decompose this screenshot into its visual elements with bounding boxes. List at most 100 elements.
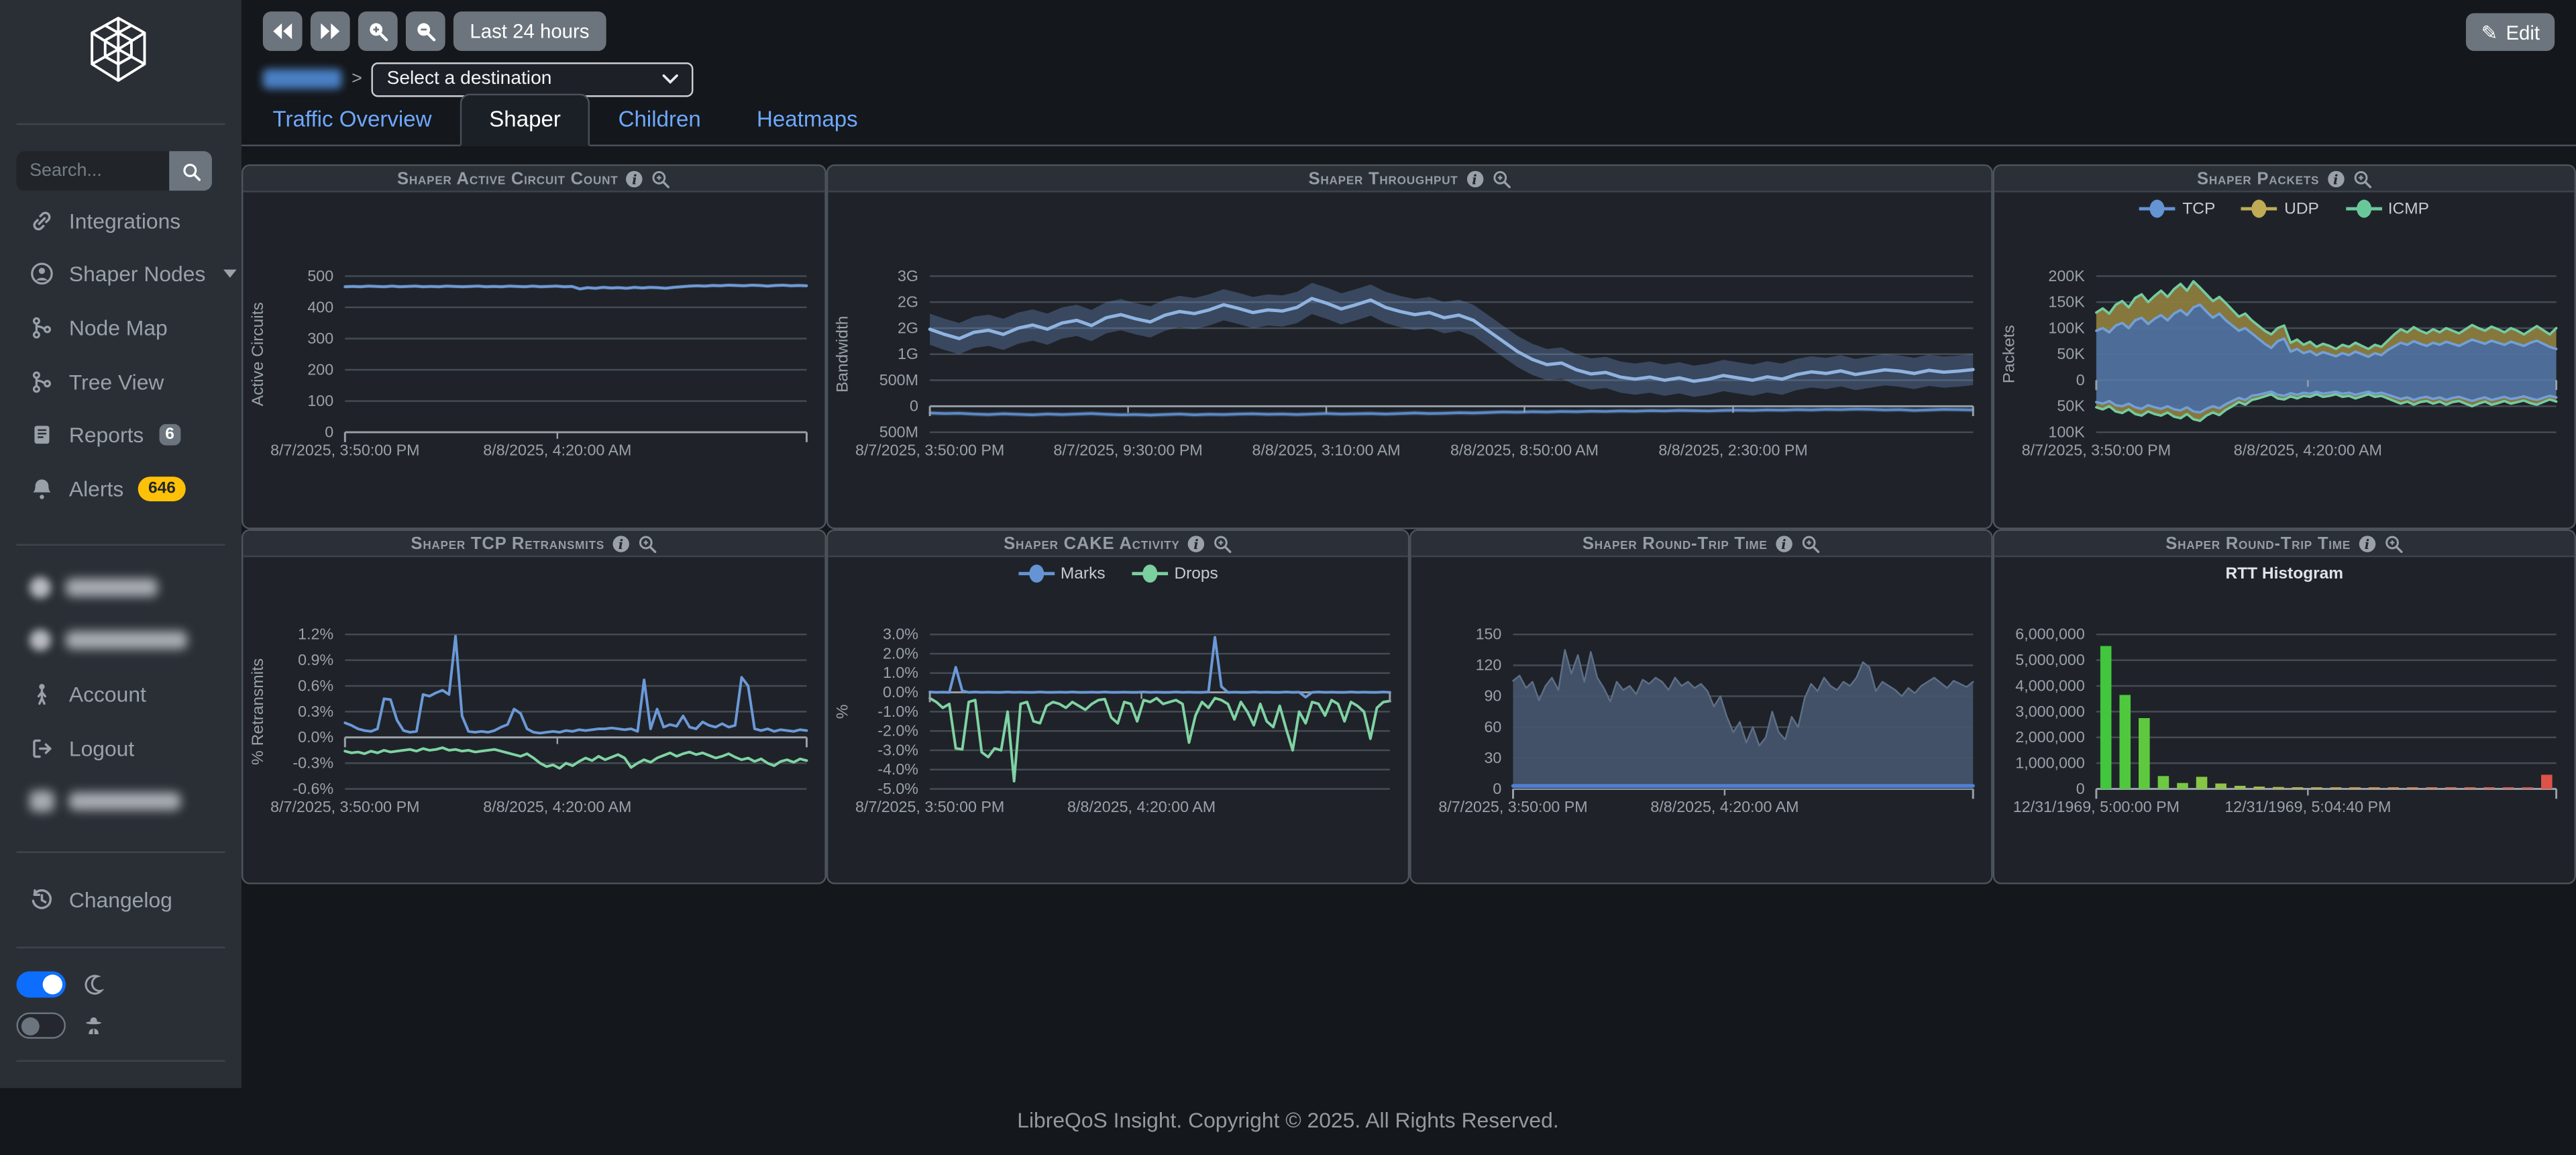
svg-text:120: 120 bbox=[1476, 656, 1502, 674]
svg-text:-2.0%: -2.0% bbox=[877, 722, 918, 740]
svg-text:1.2%: 1.2% bbox=[298, 625, 333, 643]
svg-text:0.3%: 0.3% bbox=[298, 703, 333, 720]
sidebar-item-node-map[interactable]: Node Map bbox=[0, 301, 241, 355]
chart-header: Shaper Throughput i bbox=[828, 166, 1991, 192]
charts-row-1: Shaper Active Circuit Count i 5004003002… bbox=[241, 164, 2576, 530]
bell-icon bbox=[30, 476, 54, 501]
chart-body: TCPUDPICMP200K150K100K50K050K100K8/7/202… bbox=[1994, 193, 2574, 528]
info-icon[interactable]: i bbox=[2327, 170, 2343, 186]
svg-text:8/7/2025, 3:50:00 PM: 8/7/2025, 3:50:00 PM bbox=[270, 441, 419, 458]
edit-button[interactable]: ✎ Edit bbox=[2467, 13, 2555, 51]
sidebar-item-label: Alerts bbox=[69, 476, 123, 501]
destination-select[interactable]: Select a destination bbox=[372, 62, 694, 96]
svg-text:0: 0 bbox=[2076, 780, 2085, 797]
legend-item[interactable]: ICMP bbox=[2345, 199, 2429, 218]
footer-copyright: LibreQoS Insight. Copyright © 2025. All … bbox=[0, 1108, 2576, 1133]
edit-label: Edit bbox=[2506, 21, 2540, 44]
search-input[interactable] bbox=[16, 151, 169, 191]
svg-text:6,000,000: 6,000,000 bbox=[2015, 625, 2085, 643]
charts-grid: Shaper Active Circuit Count i 5004003002… bbox=[241, 164, 2576, 885]
chart-card: Shaper Round-Trip Time i 15012090603008/… bbox=[1409, 530, 1992, 885]
sidebar-item-changelog[interactable]: Changelog bbox=[0, 872, 241, 926]
zoom-in-button[interactable] bbox=[358, 11, 398, 51]
info-icon[interactable]: i bbox=[2359, 535, 2375, 551]
redacted-text bbox=[69, 793, 181, 811]
svg-text:3,000,000: 3,000,000 bbox=[2015, 703, 2085, 720]
svg-text:500M: 500M bbox=[879, 423, 918, 440]
info-icon[interactable]: i bbox=[1776, 535, 1792, 551]
sidebar-item-integrations[interactable]: Integrations bbox=[0, 194, 241, 248]
legend-item[interactable]: Marks bbox=[1018, 564, 1105, 583]
sidebar-account-nav: Account Logout bbox=[0, 560, 241, 828]
sidebar-nav: Integrations Shaper Nodes Node Map Tree … bbox=[0, 194, 241, 515]
step-forward-button[interactable] bbox=[311, 11, 350, 51]
svg-text:5,000,000: 5,000,000 bbox=[2015, 651, 2085, 668]
chart-subtitle: RTT Histogram bbox=[1994, 565, 2574, 583]
redacted-breadcrumb-link[interactable] bbox=[263, 69, 342, 89]
svg-text:0: 0 bbox=[1493, 780, 1501, 797]
chart-title: Shaper Packets bbox=[2197, 168, 2319, 188]
sidebar-item-alerts[interactable]: Alerts 646 bbox=[0, 462, 241, 515]
sidebar-item-tree-view[interactable]: Tree View bbox=[0, 354, 241, 408]
dark-mode-toggle[interactable] bbox=[16, 971, 65, 997]
chart-zoom-icon[interactable] bbox=[637, 534, 657, 553]
chart-header: Shaper Active Circuit Count i bbox=[243, 166, 824, 192]
svg-text:2,000,000: 2,000,000 bbox=[2015, 728, 2085, 746]
redacted-item[interactable] bbox=[0, 774, 241, 828]
step-back-button[interactable] bbox=[263, 11, 303, 51]
info-icon[interactable]: i bbox=[1466, 170, 1483, 186]
svg-text:0: 0 bbox=[325, 423, 333, 440]
svg-text:12/31/1969, 5:04:40 PM: 12/31/1969, 5:04:40 PM bbox=[2224, 798, 2391, 815]
chart-body: 15012090603008/7/2025, 3:50:00 PM8/8/202… bbox=[1411, 557, 1991, 883]
svg-text:500M: 500M bbox=[879, 371, 918, 389]
svg-text:200K: 200K bbox=[2048, 267, 2085, 285]
chart-zoom-icon[interactable] bbox=[2383, 534, 2403, 553]
legend-item[interactable]: UDP bbox=[2241, 199, 2318, 218]
pencil-icon: ✎ bbox=[2481, 21, 2498, 44]
svg-text:300: 300 bbox=[307, 330, 333, 347]
tab-heatmaps[interactable]: Heatmaps bbox=[729, 95, 885, 144]
svg-text:8/7/2025, 3:50:00 PM: 8/7/2025, 3:50:00 PM bbox=[855, 798, 1004, 815]
chart-zoom-icon[interactable] bbox=[1801, 534, 1820, 553]
redacted-text bbox=[66, 632, 187, 650]
zoom-out-button[interactable] bbox=[406, 11, 445, 51]
chart-card: Shaper Throughput i 3G2G2G1G500M0500M8/7… bbox=[826, 164, 1993, 530]
sidebar-item-shaper-nodes[interactable]: Shaper Nodes bbox=[0, 248, 241, 301]
chart-zoom-icon[interactable] bbox=[651, 168, 670, 188]
search-button[interactable] bbox=[169, 151, 212, 191]
svg-text:4,000,000: 4,000,000 bbox=[2015, 676, 2085, 694]
sidebar-item-label: Tree View bbox=[69, 369, 164, 394]
tab-traffic-overview[interactable]: Traffic Overview bbox=[245, 95, 460, 144]
sidebar-item-reports[interactable]: Reports 6 bbox=[0, 408, 241, 462]
sidebar-item-logout[interactable]: Logout bbox=[0, 721, 241, 775]
tree-view-icon bbox=[30, 369, 54, 394]
svg-text:8/8/2025, 2:30:00 PM: 8/8/2025, 2:30:00 PM bbox=[1658, 441, 1807, 458]
legend-item[interactable]: TCP bbox=[2140, 199, 2216, 218]
chart-zoom-icon[interactable] bbox=[1213, 534, 1232, 553]
svg-text:100K: 100K bbox=[2048, 319, 2085, 336]
chart-legend: TCP UDP ICMP bbox=[1994, 199, 2574, 218]
time-range-button[interactable]: Last 24 hours bbox=[453, 11, 606, 51]
legend-item[interactable]: Drops bbox=[1132, 564, 1218, 583]
info-icon[interactable]: i bbox=[1188, 535, 1204, 551]
anonymous-mode-toggle[interactable] bbox=[16, 1013, 65, 1039]
svg-text:8/7/2025, 3:50:00 PM: 8/7/2025, 3:50:00 PM bbox=[855, 441, 1004, 458]
sidebar-item-account[interactable]: Account bbox=[0, 668, 241, 721]
info-icon[interactable]: i bbox=[612, 535, 629, 551]
chart-zoom-icon[interactable] bbox=[2352, 168, 2371, 188]
chart-body: MarksDrops3.0%2.0%1.0%0.0%-1.0%-2.0%-3.0… bbox=[828, 557, 1407, 883]
tab-shaper[interactable]: Shaper bbox=[460, 94, 590, 146]
chart-zoom-icon[interactable] bbox=[1491, 168, 1511, 188]
tab-children[interactable]: Children bbox=[590, 95, 729, 144]
redacted-user-item[interactable] bbox=[0, 614, 241, 668]
info-icon[interactable]: i bbox=[627, 170, 643, 186]
svg-text:500: 500 bbox=[307, 267, 333, 285]
svg-text:0.0%: 0.0% bbox=[883, 683, 918, 701]
svg-text:0.0%: 0.0% bbox=[298, 728, 333, 746]
svg-text:90: 90 bbox=[1484, 687, 1501, 705]
svg-text:200: 200 bbox=[307, 360, 333, 378]
divider bbox=[16, 1060, 225, 1062]
sidebar: Integrations Shaper Nodes Node Map Tree … bbox=[0, 0, 241, 1088]
svg-text:-0.6%: -0.6% bbox=[292, 780, 333, 797]
redacted-user-item[interactable] bbox=[0, 560, 241, 614]
